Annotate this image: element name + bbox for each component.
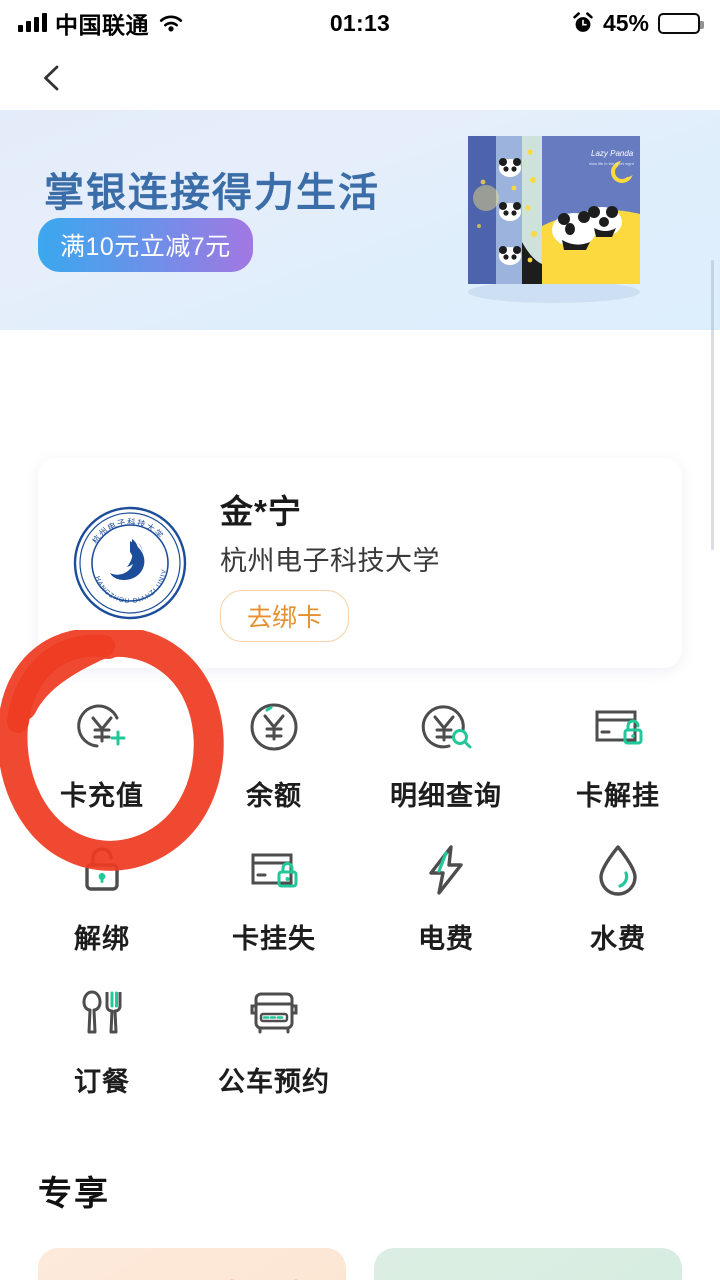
service-item-meal-order[interactable]: 订餐 bbox=[16, 982, 188, 1099]
exclusive-card-red-packet[interactable] bbox=[38, 1248, 346, 1280]
yen-circle-icon bbox=[243, 696, 305, 758]
service-label: 余额 bbox=[246, 781, 302, 811]
svg-text:杭州电子科技大学: 杭州电子科技大学 bbox=[90, 517, 166, 546]
lightning-bolt-icon bbox=[415, 839, 477, 901]
exclusive-card-platinum[interactable]: 中国农业银行 AGRICULTURAL BANK OF CHINA Platin… bbox=[374, 1248, 682, 1280]
status-bar: 中国联通 01:13 45% bbox=[0, 0, 720, 46]
service-item-statement[interactable]: 明细查询 bbox=[360, 696, 532, 813]
service-item-unbind[interactable]: 解绑 bbox=[16, 839, 188, 956]
service-item-card-unlock[interactable]: 卡解挂 bbox=[532, 696, 704, 813]
svg-text:slow life in the quiet night: slow life in the quiet night bbox=[589, 161, 635, 166]
service-label: 公车预约 bbox=[218, 1067, 330, 1097]
status-bar-left: 中国联通 bbox=[18, 6, 185, 40]
abc-platinum-card-illustration: 中国农业银行 AGRICULTURAL BANK OF CHINA Platin… bbox=[374, 1248, 682, 1280]
card-lock-icon bbox=[243, 839, 305, 901]
service-item-electricity[interactable]: 电费 bbox=[360, 839, 532, 956]
nav-bar bbox=[0, 46, 720, 110]
card-unlock-icon bbox=[587, 696, 649, 758]
promo-banner[interactable]: 掌银连接得力生活 满10元立减7元 Lazy Panda slow life i… bbox=[0, 110, 720, 330]
panda-notebook-illustration: Lazy Panda slow life in the quiet night bbox=[468, 136, 640, 303]
spoon-fork-icon bbox=[71, 982, 133, 1044]
bind-card-button[interactable]: 去绑卡 bbox=[220, 589, 350, 642]
service-item-card-lost[interactable]: 卡挂失 bbox=[188, 839, 360, 956]
battery-percent-label: 45% bbox=[602, 9, 649, 36]
banner-title: 掌银连接得力生活 bbox=[44, 171, 380, 215]
service-label: 卡挂失 bbox=[232, 924, 316, 954]
service-label: 电费 bbox=[418, 924, 474, 954]
svg-text:Lazy Panda: Lazy Panda bbox=[591, 149, 634, 158]
service-label: 卡充值 bbox=[60, 781, 144, 811]
open-padlock-icon bbox=[71, 839, 133, 901]
service-label: 明细查询 bbox=[390, 781, 502, 811]
wifi-icon bbox=[159, 15, 183, 31]
alarm-clock-icon bbox=[573, 12, 593, 32]
hangzhou-dianzi-university-seal: 杭州电子科技大学 HANGZHOU DIANZI UNIVERSITY bbox=[72, 505, 187, 620]
status-bar-right: 45% bbox=[572, 9, 704, 37]
user-info: 金*宁 杭州电子科技大学 去绑卡 bbox=[220, 485, 440, 642]
user-card: 杭州电子科技大学 HANGZHOU DIANZI UNIVERSITY 金*宁 … bbox=[38, 458, 682, 668]
battery-charging-icon bbox=[658, 12, 704, 34]
service-item-bus-reservation[interactable]: 公车预约 bbox=[188, 982, 360, 1099]
page-body: 掌银连接得力生活 满10元立减7元 Lazy Panda slow life i… bbox=[0, 110, 720, 1280]
back-button[interactable] bbox=[30, 56, 74, 100]
chevron-left-icon bbox=[44, 65, 59, 91]
service-label: 解绑 bbox=[74, 924, 130, 954]
exclusive-cards: 中国农业银行 AGRICULTURAL BANK OF CHINA Platin… bbox=[38, 1248, 682, 1280]
service-item-recharge[interactable]: 卡充值 bbox=[16, 696, 188, 813]
service-item-water[interactable]: 水费 bbox=[532, 839, 704, 956]
services-grid: 卡充值 余额 明细查询 卡解挂 解绑 卡挂失 电费 水费 订餐 公车预约 bbox=[0, 696, 720, 1099]
signal-bars-icon bbox=[18, 13, 47, 32]
service-item-balance[interactable]: 余额 bbox=[188, 696, 360, 813]
carrier-label: 中国联通 bbox=[55, 12, 149, 38]
yen-circle-plus-icon bbox=[71, 696, 133, 758]
user-school: 杭州电子科技大学 bbox=[220, 545, 440, 576]
bus-icon bbox=[243, 982, 305, 1044]
exclusive-section-title: 专享 bbox=[38, 1175, 110, 1213]
service-label: 卡解挂 bbox=[576, 781, 660, 811]
banner-discount-badge: 满10元立减7元 bbox=[38, 218, 253, 272]
red-packet-jumping-person-illustration bbox=[229, 1279, 299, 1280]
scrollbar-thumb[interactable] bbox=[711, 260, 714, 550]
yen-circle-search-icon bbox=[415, 696, 477, 758]
water-drop-icon bbox=[587, 839, 649, 901]
service-label: 水费 bbox=[590, 924, 646, 954]
service-label: 订餐 bbox=[74, 1067, 130, 1097]
user-name: 金*宁 bbox=[220, 492, 302, 530]
